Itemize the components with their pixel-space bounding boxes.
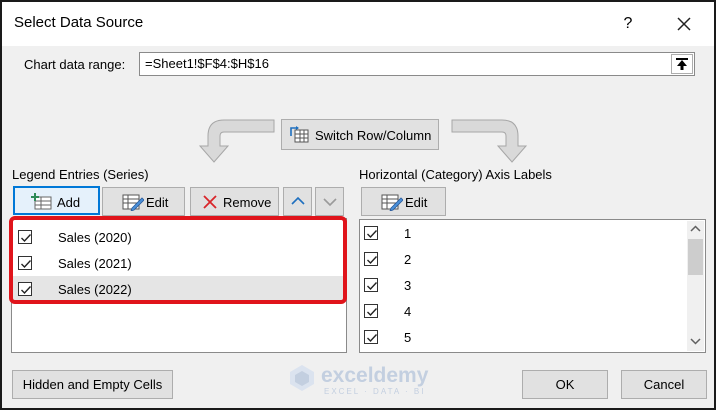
axis-checkbox[interactable] <box>364 226 378 240</box>
remove-x-icon <box>202 194 218 213</box>
list-item[interactable]: 2 <box>360 247 705 273</box>
chart-data-range-label: Chart data range: <box>24 57 126 72</box>
scroll-thumb[interactable] <box>688 239 703 275</box>
title-bar: Select Data Source ? <box>2 2 714 46</box>
curved-arrow-left-icon <box>198 114 278 167</box>
axis-label: 3 <box>404 278 412 293</box>
remove-label: Remove <box>223 195 272 210</box>
edit-axis-labels-button[interactable]: Edit <box>361 187 446 216</box>
add-table-icon <box>31 193 53 214</box>
switch-row-column-icon <box>290 126 310 147</box>
add-series-button[interactable]: Add <box>13 186 100 215</box>
close-icon[interactable] <box>670 10 698 38</box>
collapse-dialog-icon[interactable] <box>671 54 693 74</box>
cancel-button[interactable]: Cancel <box>621 370 707 399</box>
exceldemy-logo-icon <box>287 365 317 396</box>
hidden-empty-cells-button[interactable]: Hidden and Empty Cells <box>12 370 173 399</box>
axis-checkbox[interactable] <box>364 304 378 318</box>
switch-row-column-label: Switch Row/Column <box>315 128 432 143</box>
scroll-down-icon[interactable] <box>687 333 704 349</box>
list-item[interactable]: 1 <box>360 221 705 247</box>
axis-checkbox[interactable] <box>364 252 378 266</box>
move-down-button[interactable] <box>315 187 344 216</box>
list-item[interactable]: 4 <box>360 299 705 325</box>
axis-checkbox[interactable] <box>364 278 378 292</box>
axis-label: 1 <box>404 226 412 241</box>
ok-button[interactable]: OK <box>522 370 608 399</box>
axis-list-scrollbar[interactable] <box>687 221 704 351</box>
legend-entries-label: Legend Entries (Series) <box>12 167 149 182</box>
move-up-button[interactable] <box>283 187 312 216</box>
axis-label: 5 <box>404 330 412 345</box>
edit-table-icon <box>381 193 404 214</box>
exceldemy-watermark: exceldemy EXCEL · DATA · BI <box>287 363 428 396</box>
watermark-name: exceldemy <box>321 364 429 387</box>
edit-label: Edit <box>146 195 169 210</box>
dialog-title: Select Data Source <box>14 14 144 31</box>
remove-series-button[interactable]: Remove <box>190 187 279 216</box>
edit-series-button[interactable]: Edit <box>102 187 185 216</box>
switch-row-column-button[interactable]: Switch Row/Column <box>281 119 439 150</box>
help-button[interactable]: ? <box>614 10 642 38</box>
edit-table-icon <box>122 193 145 214</box>
axis-checkbox[interactable] <box>364 330 378 344</box>
axis-label: 2 <box>404 252 412 267</box>
axis-label: 4 <box>404 304 412 319</box>
axis-labels-label: Horizontal (Category) Axis Labels <box>359 167 552 182</box>
highlight-box <box>9 216 347 304</box>
chart-data-range-input[interactable]: =Sheet1!$F$4:$H$16 <box>139 52 695 76</box>
watermark-tagline: EXCEL · DATA · BI <box>324 387 426 396</box>
chevron-down-icon <box>323 196 337 211</box>
list-item[interactable]: 3 <box>360 273 705 299</box>
axis-labels-list[interactable]: 1 2 3 4 5 <box>359 219 706 353</box>
select-data-source-dialog: Select Data Source ? Chart data range: =… <box>0 0 716 410</box>
axis-edit-label: Edit <box>405 195 428 210</box>
scroll-up-icon[interactable] <box>687 221 704 237</box>
add-label: Add <box>57 195 81 210</box>
list-item[interactable]: 5 <box>360 325 705 351</box>
chevron-up-icon <box>291 195 305 210</box>
curved-arrow-right-icon <box>448 114 528 167</box>
